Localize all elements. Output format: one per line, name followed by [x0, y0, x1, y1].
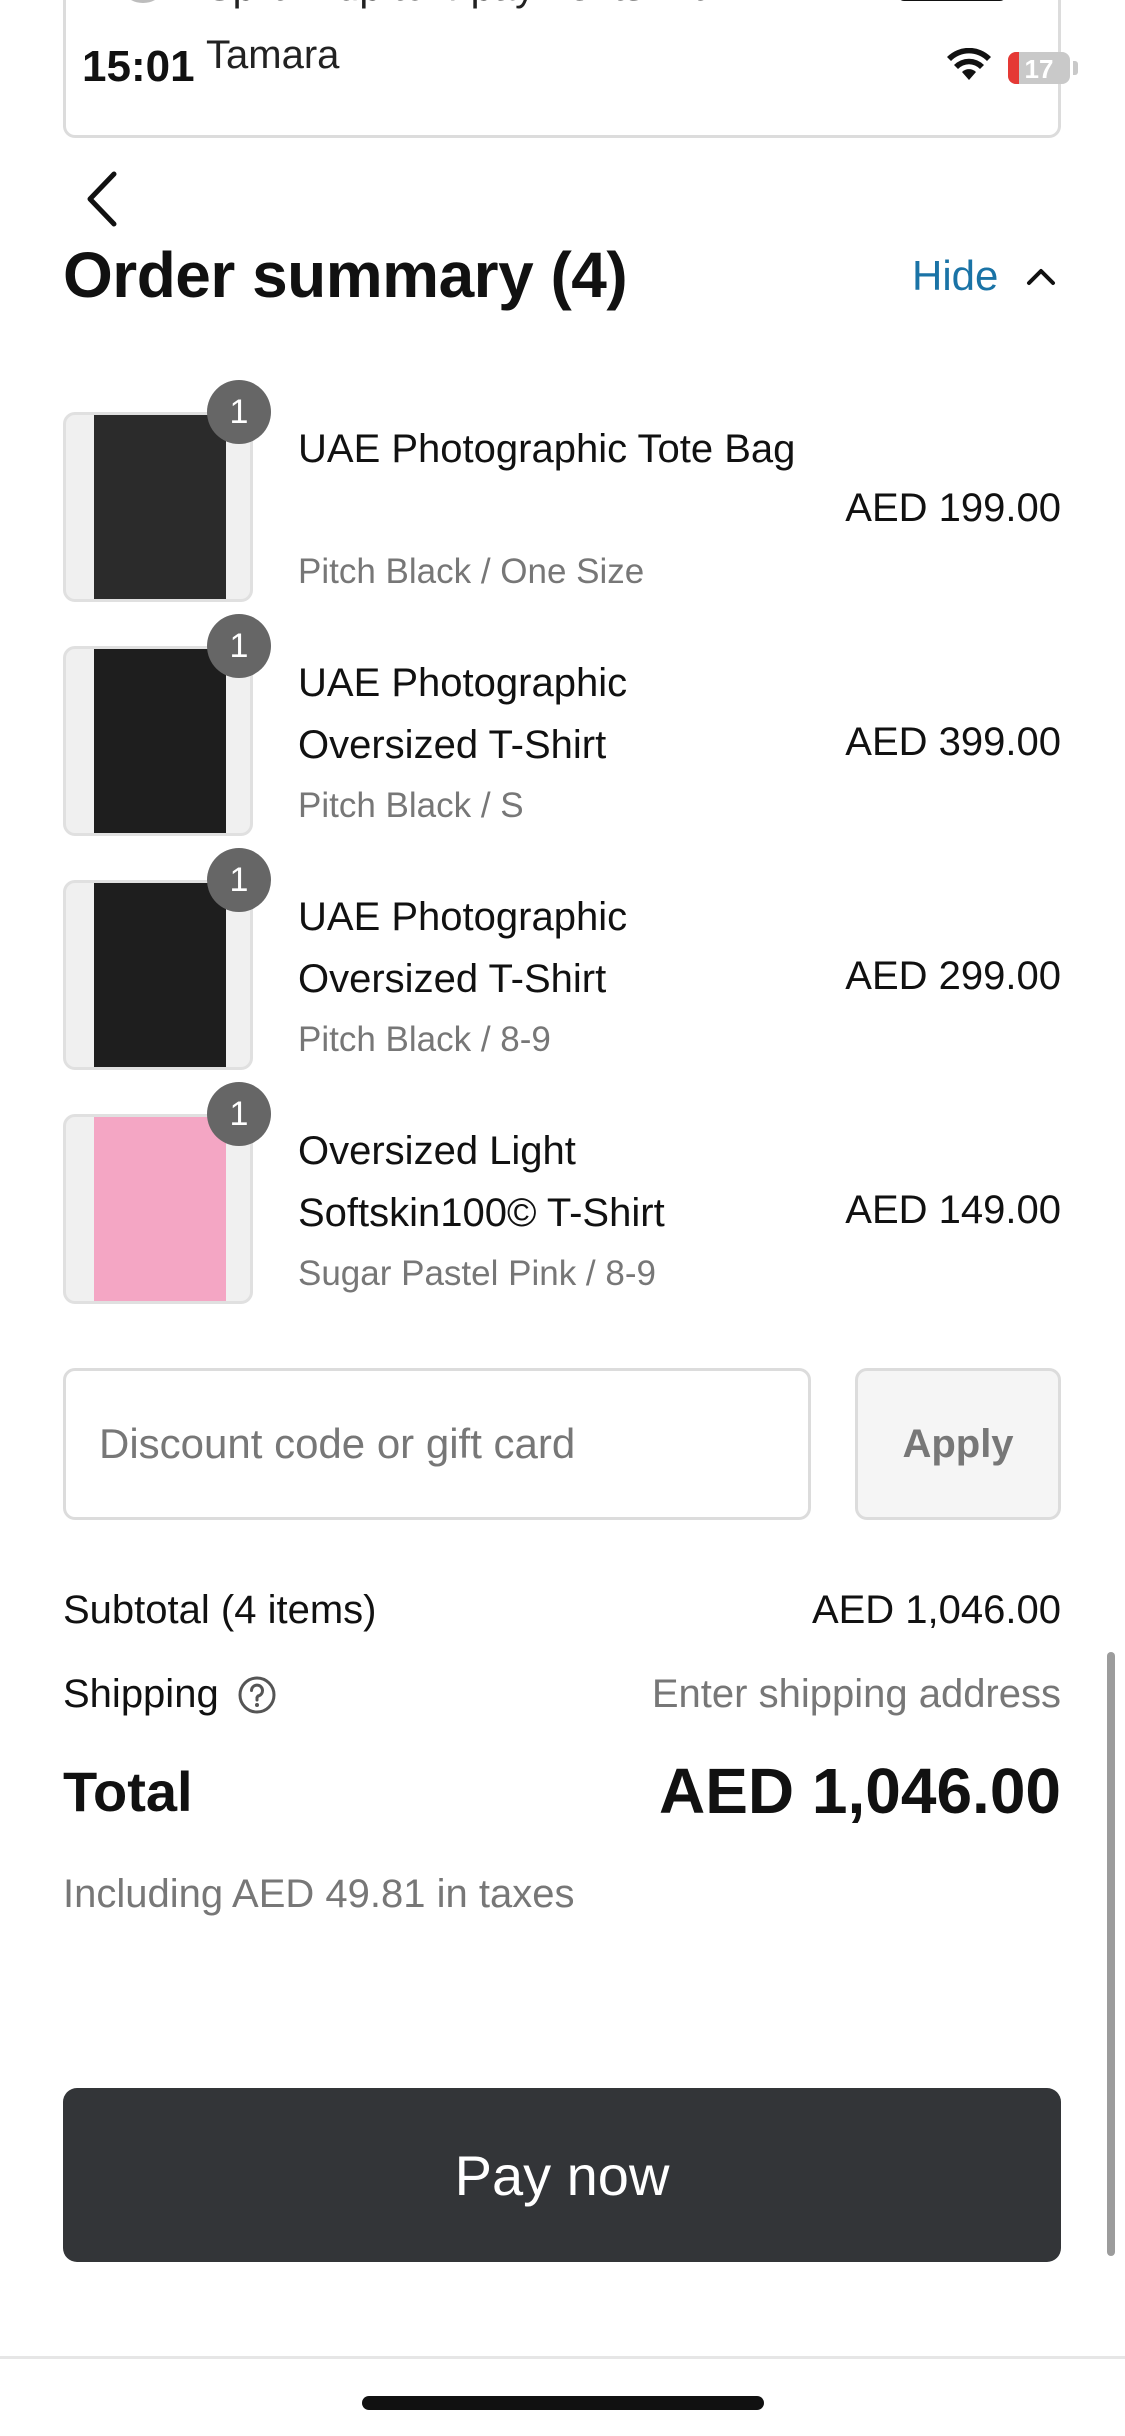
quantity-badge: 1: [207, 1082, 271, 1146]
chevron-up-icon: [1027, 269, 1056, 285]
total-value: AED 1,046.00: [658, 1755, 1061, 1827]
product-variant: Pitch Black / S: [298, 786, 524, 825]
chevron-left-icon: [87, 171, 117, 227]
help-icon[interactable]: [237, 1675, 277, 1715]
product-variant: Sugar Pastel Pink / 8-9: [298, 1254, 656, 1293]
bottom-divider: [0, 2356, 1125, 2359]
status-time: 15:01: [82, 42, 195, 91]
product-price: AED 299.00: [845, 954, 1061, 998]
pay-now-button[interactable]: Pay now: [63, 2088, 1061, 2262]
product-name: UAE Photographic Tote Bag: [298, 427, 796, 471]
order-summary-title: Order summary (4): [63, 239, 628, 311]
payment-option-line1: Split in up to 4 payments with: [206, 0, 726, 10]
battery-nub: [1073, 61, 1078, 75]
checkout-page: Split in up to 4 payments with Tamara 15…: [0, 0, 1125, 2436]
subtotal-label: Subtotal (4 items): [63, 1588, 377, 1632]
product-variant: Pitch Black / 8-9: [298, 1020, 551, 1059]
line-item: 1 UAE Photographic Oversized T-Shirt Pit…: [63, 848, 1061, 1070]
hide-label: Hide: [912, 252, 999, 299]
total-label: Total: [63, 1759, 193, 1823]
product-name: Oversized Light Softskin100© T-Shirt: [298, 1129, 665, 1235]
product-price: AED 149.00: [845, 1188, 1061, 1232]
product-price: AED 199.00: [845, 486, 1061, 530]
total-row: Total AED 1,046.00: [63, 1754, 1061, 1828]
hide-summary-toggle[interactable]: Hide: [912, 252, 1056, 300]
subtotal-row: Subtotal (4 items) AED 1,046.00: [63, 1588, 1061, 1633]
line-item: 1 Oversized Light Softskin100© T-Shirt S…: [63, 1082, 1061, 1304]
battery-percent: 17: [1024, 54, 1054, 84]
scrollbar[interactable]: [1107, 1652, 1115, 2256]
shipping-label-group: Shipping: [63, 1672, 277, 1717]
line-item: 1 UAE Photographic Tote Bag Pitch Black …: [63, 380, 1061, 602]
product-name: UAE Photographic Oversized T-Shirt: [298, 661, 628, 767]
wifi-icon: [947, 48, 991, 80]
quantity-badge: 1: [207, 614, 271, 678]
quantity-badge: 1: [207, 848, 271, 912]
product-image: [94, 649, 226, 833]
product-price: AED 399.00: [845, 720, 1061, 764]
subtotal-value: AED 1,046.00: [811, 1588, 1061, 1632]
payment-option-line2: Tamara: [206, 33, 340, 77]
back-button[interactable]: [74, 166, 134, 232]
product-image: [94, 1117, 226, 1301]
tamara-logo: [898, 0, 1006, 1]
home-indicator[interactable]: [362, 2396, 764, 2410]
shipping-value: Enter shipping address: [651, 1672, 1061, 1716]
product-image: [94, 415, 226, 599]
shipping-label: Shipping: [63, 1672, 219, 1716]
product-name: UAE Photographic Oversized T-Shirt: [298, 895, 628, 1001]
quantity-badge: 1: [207, 380, 271, 444]
battery-icon: 17: [1008, 52, 1070, 84]
taxes-note: Including AED 49.81 in taxes: [63, 1872, 575, 1916]
line-item: 1 UAE Photographic Oversized T-Shirt Pit…: [63, 614, 1061, 836]
payment-radio[interactable]: [118, 0, 168, 3]
product-image: [94, 883, 226, 1067]
product-variant: Pitch Black / One Size: [298, 552, 645, 591]
payment-option-card[interactable]: Split in up to 4 payments with Tamara: [63, 0, 1061, 138]
shipping-row: Shipping Enter shipping address: [63, 1672, 1061, 1717]
apply-discount-button[interactable]: Apply: [855, 1368, 1061, 1520]
discount-code-input[interactable]: [63, 1368, 811, 1520]
